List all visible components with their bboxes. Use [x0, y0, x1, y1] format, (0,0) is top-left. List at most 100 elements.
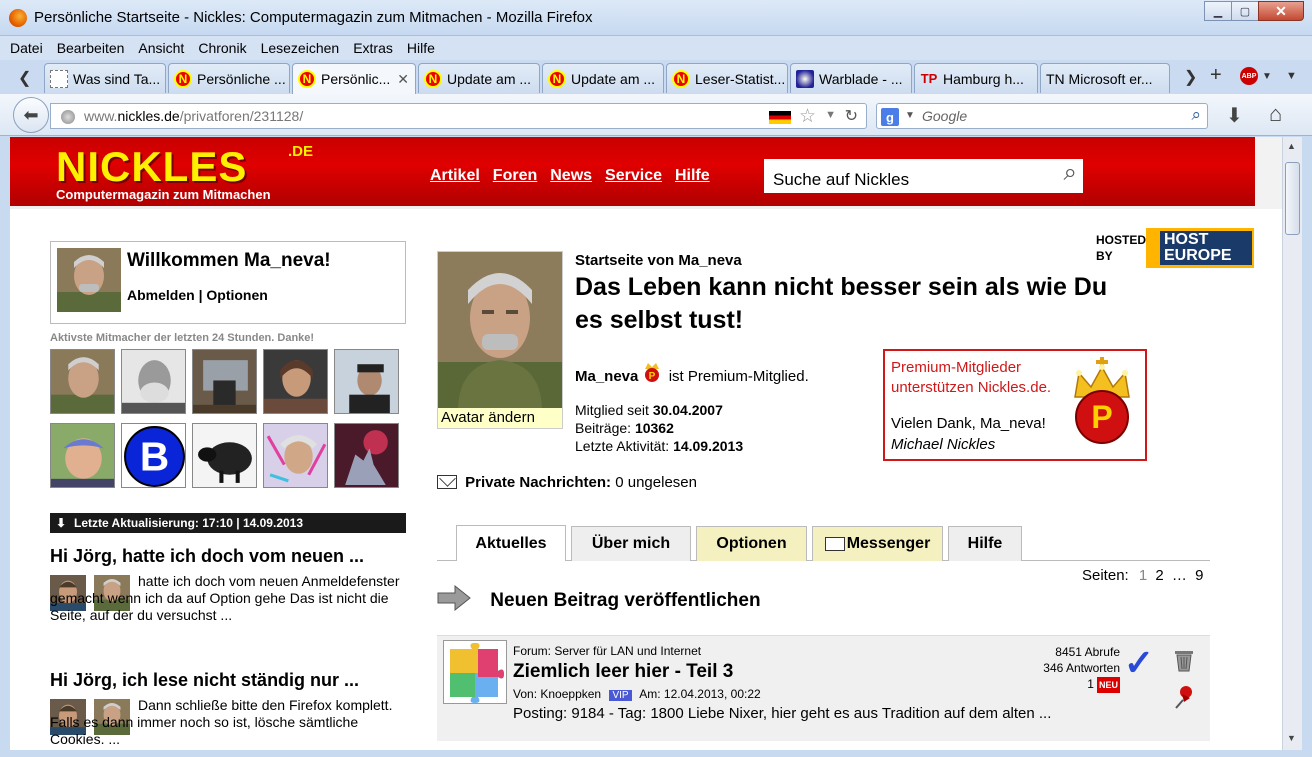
- author-link[interactable]: Knoeppken: [540, 687, 601, 701]
- site-navigation: Artikel Foren News Service Hilfe: [430, 167, 723, 185]
- new-count: 1: [1087, 677, 1094, 691]
- downloads-arrow-icon[interactable]: ⬇: [1226, 103, 1243, 128]
- nav-news[interactable]: News: [550, 167, 592, 185]
- member-avatar[interactable]: [192, 423, 257, 488]
- member-avatar[interactable]: [334, 423, 399, 488]
- member-avatar[interactable]: [263, 423, 328, 488]
- browser-search-box[interactable]: g ▼ Google ⌕: [876, 103, 1208, 129]
- vertical-scrollbar[interactable]: ▲ ▼: [1282, 137, 1302, 750]
- tab-aktuelles[interactable]: Aktuelles: [456, 525, 566, 561]
- premium-signature: Michael Nickles: [891, 436, 996, 453]
- home-icon[interactable]: ⌂: [1269, 101, 1282, 127]
- browser-tab[interactable]: N Update am ...: [542, 63, 664, 93]
- close-tab-icon[interactable]: ✕: [397, 71, 409, 88]
- profile-avatar-image[interactable]: [438, 252, 562, 408]
- trash-icon[interactable]: [1174, 648, 1194, 672]
- menu-hilfe[interactable]: Hilfe: [407, 40, 435, 56]
- forum-entry-stats: 8451 Abrufe 346 Antworten 1 NEU: [1043, 644, 1120, 693]
- tab-messenger[interactable]: Messenger: [812, 526, 943, 561]
- nav-foren[interactable]: Foren: [493, 167, 537, 185]
- close-window-button[interactable]: ✕: [1258, 1, 1304, 21]
- url-history-dropdown-icon[interactable]: ▼: [825, 109, 836, 121]
- member-avatar[interactable]: [50, 423, 115, 488]
- browser-tab[interactable]: TP Hamburg h...: [914, 63, 1038, 93]
- member-avatar[interactable]: [121, 349, 186, 414]
- menu-bearbeiten[interactable]: Bearbeiten: [57, 40, 125, 56]
- nickles-logo[interactable]: NICKLES: [56, 143, 247, 191]
- member-avatar[interactable]: [50, 349, 115, 414]
- host-europe-logo: HOST EUROPE: [1146, 228, 1254, 268]
- member-avatar[interactable]: B: [121, 423, 186, 488]
- menu-datei[interactable]: Datei: [10, 40, 43, 56]
- member-avatar[interactable]: [334, 349, 399, 414]
- browser-tab[interactable]: N Persönliche ...: [168, 63, 290, 93]
- sidebar-post-title[interactable]: Hi Jörg, hatte ich doch vom neuen ...: [50, 545, 406, 567]
- options-link[interactable]: Optionen: [206, 287, 267, 303]
- site-search-input[interactable]: Suche auf Nickles ⌕: [764, 159, 1083, 193]
- tab-scroll-left-icon[interactable]: ❮: [18, 68, 31, 88]
- sidebar-post-title[interactable]: Hi Jörg, ich lese nicht ständig nur ...: [50, 669, 406, 691]
- google-icon[interactable]: g: [881, 108, 899, 126]
- menu-bar: Datei Bearbeiten Ansicht Chronik Lesezei…: [0, 36, 1312, 60]
- adblock-plus-icon[interactable]: ABP: [1240, 67, 1258, 85]
- nav-artikel[interactable]: Artikel: [430, 167, 480, 185]
- tab-label: Was sind Ta...: [73, 70, 161, 87]
- menu-chronik[interactable]: Chronik: [198, 40, 246, 56]
- tab-ueber-mich[interactable]: Über mich: [571, 526, 691, 561]
- reload-icon[interactable]: ↻: [845, 106, 858, 126]
- nav-service[interactable]: Service: [605, 167, 662, 185]
- profile-slogan: Das Leben kann nicht besser sein als wie…: [575, 273, 1108, 334]
- member-since-label: Mitglied seit: [575, 402, 649, 418]
- logout-link[interactable]: Abmelden: [127, 287, 195, 303]
- menu-extras[interactable]: Extras: [353, 40, 393, 56]
- firefox-icon: [9, 9, 27, 27]
- tab-list-chevron-icon[interactable]: ▼: [1286, 70, 1297, 82]
- private-messages[interactable]: Private Nachrichten: 0 ungelesen: [437, 474, 697, 491]
- pushpin-icon[interactable]: [1174, 684, 1196, 710]
- forum-entry-title[interactable]: Ziemlich leer hier - Teil 3: [513, 661, 733, 683]
- profile-tabs: Aktuelles Über mich Optionen Messenger H…: [437, 525, 1210, 561]
- menu-ansicht[interactable]: Ansicht: [138, 40, 184, 56]
- premium-support-text: Premium-Mitglieder unterstützen Nickles.…: [891, 359, 1052, 396]
- new-tab-plus-icon[interactable]: +: [1210, 64, 1222, 87]
- back-button[interactable]: ⬅: [13, 97, 49, 133]
- browser-tab[interactable]: N Leser-Statist...: [666, 63, 788, 93]
- maximize-button[interactable]: ▢: [1231, 1, 1259, 21]
- hosted-by-banner[interactable]: HOSTED BY HOST EUROPE: [1090, 212, 1266, 280]
- browser-tab-active[interactable]: N Persönlic... ✕: [292, 63, 416, 94]
- minimize-button[interactable]: ▁: [1204, 1, 1232, 21]
- search-magnifier-icon[interactable]: ⌕: [1191, 105, 1201, 125]
- new-post-button[interactable]: Neuen Beitrag veröffentlichen: [437, 585, 761, 612]
- tab-messenger-label: Messenger: [846, 535, 931, 552]
- menu-lesezeichen[interactable]: Lesezeichen: [261, 40, 340, 56]
- window-title: Persönliche Startseite - Nickles: Comput…: [34, 9, 593, 26]
- site-identity-icon[interactable]: [61, 110, 75, 124]
- site-search-magnifier-icon[interactable]: ⌕: [1064, 159, 1077, 187]
- browser-tab[interactable]: N Update am ...: [418, 63, 540, 93]
- browser-tab[interactable]: Was sind Ta...: [44, 63, 166, 93]
- checkmark-icon[interactable]: ✓: [1124, 642, 1154, 684]
- member-avatar[interactable]: [263, 349, 328, 414]
- active-members-label: Aktivste Mitmacher der letzten 24 Stunde…: [50, 332, 315, 344]
- search-engine-dropdown-icon[interactable]: ▼: [905, 110, 915, 121]
- browser-tab[interactable]: Warblade - ...: [790, 63, 912, 93]
- new-badge: NEU: [1096, 677, 1120, 693]
- url-bar[interactable]: www.nickles.de/privatforen/231128/ ☆ ▼ ↻: [50, 103, 867, 129]
- page-link[interactable]: 2: [1155, 567, 1163, 584]
- addon-dropdown-icon[interactable]: ▼: [1262, 71, 1272, 82]
- posting-excerpt[interactable]: Posting: 9184 - Tag: 1800 Liebe Nixer, h…: [513, 705, 1051, 722]
- nav-hilfe[interactable]: Hilfe: [675, 167, 710, 185]
- bookmark-star-icon[interactable]: ☆: [799, 105, 816, 128]
- tab-hilfe[interactable]: Hilfe: [948, 526, 1022, 561]
- avatar-change-link[interactable]: Avatar ändern: [438, 408, 562, 428]
- page-link[interactable]: 9: [1195, 567, 1203, 584]
- forum-name[interactable]: Forum: Server für LAN und Internet: [513, 644, 701, 658]
- tab-optionen[interactable]: Optionen: [696, 526, 807, 561]
- browser-tab[interactable]: TN Microsoft er...: [1040, 63, 1170, 93]
- scroll-up-icon[interactable]: ▲: [1287, 141, 1296, 151]
- scroll-down-icon[interactable]: ▼: [1287, 733, 1296, 743]
- user-avatar-small[interactable]: [57, 248, 121, 312]
- scrollbar-thumb[interactable]: [1285, 162, 1300, 235]
- member-avatar[interactable]: [192, 349, 257, 414]
- tab-scroll-right-icon[interactable]: ❯: [1184, 67, 1197, 87]
